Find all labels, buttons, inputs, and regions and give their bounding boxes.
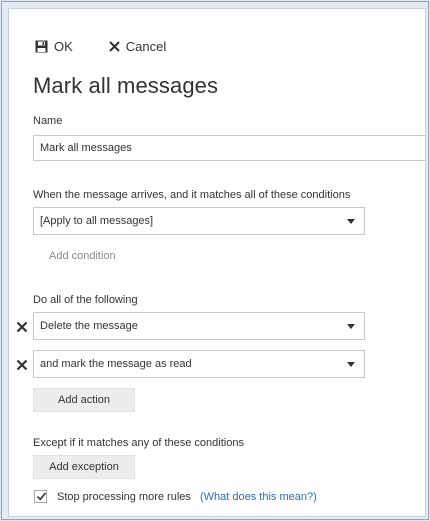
exceptions-label: Except if it matches any of these condit… bbox=[33, 437, 244, 449]
name-input-value: Mark all messages bbox=[40, 142, 132, 154]
toolbar: OK Cancel bbox=[35, 37, 166, 55]
cancel-button[interactable]: Cancel bbox=[109, 39, 166, 54]
name-input[interactable]: Mark all messages bbox=[33, 135, 425, 161]
actions-label: Do all of the following bbox=[33, 294, 138, 306]
add-exception-button[interactable]: Add exception bbox=[33, 455, 135, 479]
remove-action-2-icon[interactable] bbox=[16, 358, 28, 371]
remove-action-1-icon[interactable] bbox=[16, 320, 28, 333]
conditions-label: When the message arrives, and it matches… bbox=[33, 189, 351, 201]
action-dropdown-1-value: Delete the message bbox=[40, 320, 138, 332]
cancel-label: Cancel bbox=[125, 38, 167, 54]
what-does-this-mean-link[interactable]: (What does this mean?) bbox=[200, 491, 317, 503]
ok-label: OK bbox=[54, 38, 73, 54]
add-action-button[interactable]: Add action bbox=[33, 388, 135, 412]
chevron-down-icon bbox=[347, 362, 355, 367]
rule-editor-panel: OK Cancel Mark all messages Name Mark al… bbox=[8, 8, 426, 517]
stop-processing-label: Stop processing more rules bbox=[57, 491, 191, 503]
page-title: Mark all messages bbox=[33, 73, 219, 98]
ok-button[interactable]: OK bbox=[35, 39, 73, 54]
condition-dropdown[interactable]: [Apply to all messages] bbox=[33, 207, 365, 235]
stop-processing-checkbox[interactable] bbox=[34, 490, 47, 503]
window-frame: OK Cancel Mark all messages Name Mark al… bbox=[1, 1, 429, 520]
add-condition-link[interactable]: Add condition bbox=[49, 250, 116, 262]
name-label: Name bbox=[33, 115, 63, 127]
condition-dropdown-value: [Apply to all messages] bbox=[40, 215, 154, 227]
save-icon bbox=[35, 40, 48, 53]
action-dropdown-2[interactable]: and mark the message as read bbox=[33, 350, 365, 378]
action-dropdown-1[interactable]: Delete the message bbox=[33, 312, 365, 340]
chevron-down-icon bbox=[347, 324, 355, 329]
action-dropdown-2-value: and mark the message as read bbox=[40, 358, 192, 370]
chevron-down-icon bbox=[347, 219, 355, 224]
checkmark-icon bbox=[36, 492, 47, 501]
close-icon bbox=[109, 40, 120, 52]
